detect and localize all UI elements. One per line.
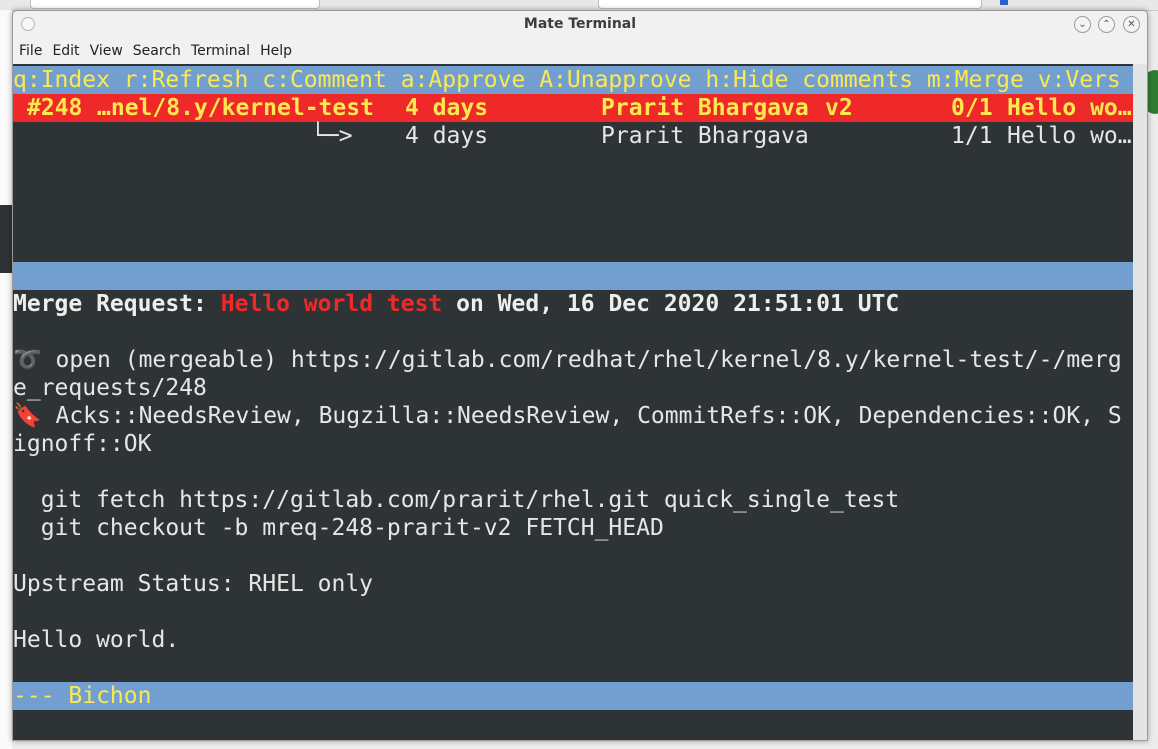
minimize-icon[interactable]: ⌄ — [1074, 16, 1091, 33]
menu-terminal[interactable]: Terminal — [186, 38, 255, 64]
terminal-screen[interactable]: q:Index r:Refresh c:Comment a:Approve A:… — [13, 64, 1133, 740]
window-menu-icon[interactable] — [21, 17, 35, 31]
mr-author: Prarit Bhargava — [601, 123, 809, 149]
mr-description: Hello world. — [13, 627, 180, 653]
mr-author: Prarit Bhargava — [601, 95, 809, 121]
mr-url-wrap: e_requests/248 — [13, 375, 207, 401]
mr-branch: …nel/8.y/kernel-test — [97, 95, 374, 121]
background-window-strip — [0, 10, 12, 749]
background-terminal-strip — [0, 205, 12, 273]
upstream-status: Upstream Status: RHEL only — [13, 571, 374, 597]
title-bar[interactable]: Mate Terminal ⌄ ⌃ ✕ — [13, 11, 1147, 38]
mr-progress: 0/1 — [951, 95, 993, 121]
mr-state-line: ➰ open (mergeable) https://gitlab.com/re… — [13, 346, 1133, 374]
background-tab — [30, 0, 320, 9]
menu-bar: File Edit View Search Terminal Help — [13, 38, 1147, 64]
menu-help[interactable]: Help — [255, 38, 297, 64]
mr-labels-wrap: ignoff::OK — [13, 431, 152, 457]
status-bar: --- Bichon — [13, 682, 1133, 710]
mr-age: 4 days — [405, 123, 489, 149]
window-title: Mate Terminal — [523, 16, 637, 32]
mr-age: 4 days — [405, 95, 489, 121]
menu-search[interactable]: Search — [128, 38, 186, 64]
pane-divider — [13, 262, 1133, 290]
mr-list-row-selected[interactable]: #248 …nel/8.y/kernel-test 4 days Prarit … — [13, 94, 1133, 122]
menu-edit[interactable]: Edit — [47, 38, 84, 64]
menu-file[interactable]: File — [14, 38, 47, 64]
key-help-bar: q:Index r:Refresh c:Comment a:Approve A:… — [13, 66, 1133, 94]
mr-labels-line: 🔖 Acks::NeedsReview, Bugzilla::NeedsRevi… — [13, 402, 1133, 430]
terminal-window: Mate Terminal ⌄ ⌃ ✕ File Edit View Search Te… — [12, 10, 1148, 741]
git-fetch-command: git fetch https://gitlab.com/prarit/rhel… — [13, 487, 900, 513]
mr-header: Merge Request: Hello world test on Wed, … — [13, 290, 1133, 318]
background-tab-indicator — [1000, 0, 1008, 5]
mr-id: #248 — [27, 95, 83, 121]
git-checkout-command: git checkout -b mreq-248-prarit-v2 FETCH… — [13, 515, 664, 541]
menu-view[interactable]: View — [85, 38, 128, 64]
mr-list-row-child[interactable]: └─> 4 days Prarit Bhargava 1/1 Hello wo… — [13, 122, 1133, 150]
mr-labels-text: Acks::NeedsReview, Bugzilla::NeedsReview… — [41, 403, 1122, 429]
mr-state-text: open (mergeable) https://gitlab.com/redh… — [41, 347, 1122, 373]
state-icon: ➰ — [13, 347, 42, 373]
tree-arrow-icon: └─> — [311, 123, 353, 149]
mr-version: v2 — [825, 95, 853, 121]
mr-date: on Wed, 16 Dec 2020 21:51:01 UTC — [442, 291, 900, 317]
mr-progress: 1/1 — [951, 123, 993, 149]
bookmark-icon: 🔖 — [13, 403, 42, 429]
mr-subject: Hello wo… — [1007, 123, 1132, 149]
mr-subject: Hello wo… — [1007, 95, 1132, 121]
maximize-icon[interactable]: ⌃ — [1098, 16, 1115, 33]
terminal-scrollbar[interactable] — [1133, 64, 1147, 740]
close-icon[interactable]: ✕ — [1123, 16, 1140, 33]
background-tab — [598, 0, 982, 9]
mr-title: Hello world test — [220, 291, 443, 317]
mr-header-label: Merge Request: — [13, 291, 221, 317]
